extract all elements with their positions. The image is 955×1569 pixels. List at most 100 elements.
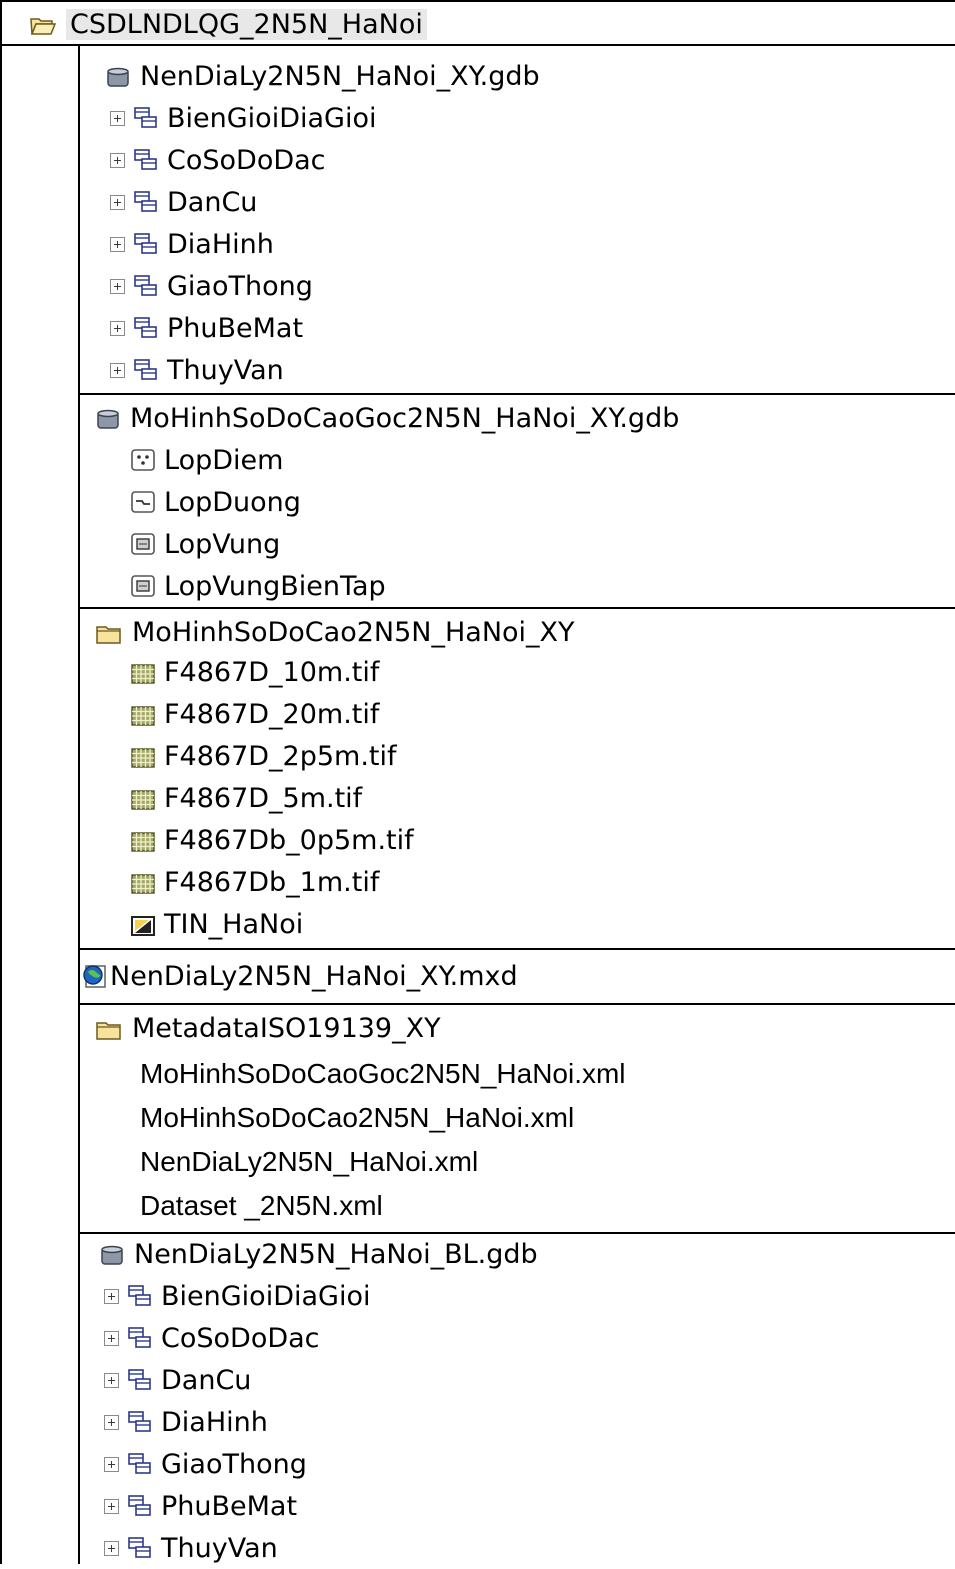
expand-icon[interactable] [110, 236, 125, 252]
line-feature-class-icon [130, 490, 156, 514]
feature-dataset-label: GiaoThong [167, 270, 313, 302]
expand-icon[interactable] [110, 110, 125, 126]
feature-dataset-icon [133, 316, 159, 340]
feature-dataset-row[interactable]: PhuBeMat [110, 307, 303, 349]
root-folder-row[interactable]: CSDLNDLQG_2N5N_HaNoi [30, 3, 427, 45]
raster-icon [130, 703, 156, 726]
feature-dataset-row[interactable]: CoSoDoDac [110, 139, 326, 181]
expand-icon[interactable] [110, 278, 125, 294]
root-folder-label: CSDLNDLQG_2N5N_HaNoi [66, 8, 427, 40]
raster-row[interactable]: F4867D_2p5m.tif [130, 735, 397, 777]
feature-dataset-row[interactable]: DiaHinh [104, 1401, 268, 1443]
tin-row[interactable]: TIN_HaNoi [130, 903, 303, 945]
folder-row[interactable]: MetadataISO19139_XY [96, 1007, 441, 1049]
raster-label: F4867D_5m.tif [164, 782, 363, 814]
feature-class-row[interactable]: LopVungBienTap [130, 565, 386, 607]
feature-dataset-row[interactable]: DanCu [104, 1359, 251, 1401]
raster-label: F4867D_2p5m.tif [164, 740, 397, 772]
geodatabase-icon [96, 407, 120, 429]
expand-icon[interactable] [104, 1330, 119, 1346]
raster-row[interactable]: F4867D_20m.tif [130, 693, 379, 735]
feature-dataset-icon [127, 1452, 153, 1476]
expand-icon[interactable] [104, 1372, 119, 1388]
feature-dataset-row[interactable]: GiaoThong [104, 1443, 307, 1485]
feature-dataset-label: BienGioiDiaGioi [161, 1280, 371, 1312]
feature-dataset-label: ThuyVan [167, 354, 284, 386]
feature-dataset-label: DanCu [167, 186, 258, 218]
xml-file-row[interactable]: MoHinhSoDoCao2N5N_HaNoi.xml [140, 1097, 574, 1139]
raster-row[interactable]: F4867D_10m.tif [130, 651, 379, 693]
tin-icon [130, 913, 156, 936]
raster-icon [130, 787, 156, 810]
feature-dataset-row[interactable]: BienGioiDiaGioi [104, 1275, 370, 1317]
feature-dataset-icon [127, 1536, 153, 1560]
feature-class-row[interactable]: LopDiem [130, 439, 283, 481]
polygon-feature-class-icon [130, 574, 156, 598]
feature-dataset-icon [127, 1326, 153, 1350]
xml-file-label: MoHinhSoDoCao2N5N_HaNoi.xml [140, 1102, 575, 1133]
feature-class-row[interactable]: LopDuong [130, 481, 301, 523]
feature-dataset-label: GiaoThong [161, 1448, 307, 1480]
column-divider [78, 44, 80, 1564]
row-divider [78, 948, 955, 950]
raster-icon [130, 661, 156, 684]
expand-icon[interactable] [104, 1498, 119, 1514]
raster-row[interactable]: F4867Db_1m.tif [130, 861, 379, 903]
folder-icon [96, 621, 122, 644]
raster-row[interactable]: F4867D_5m.tif [130, 777, 362, 819]
folder-icon [96, 1017, 122, 1040]
xml-file-row[interactable]: NenDiaLy2N5N_HaNoi.xml [140, 1141, 478, 1183]
feature-dataset-row[interactable]: DanCu [110, 181, 257, 223]
feature-dataset-label: DiaHinh [167, 228, 274, 260]
folder-row[interactable]: MoHinhSoDoCao2N5N_HaNoi_XY [96, 611, 575, 653]
feature-dataset-icon [127, 1284, 153, 1308]
expand-icon[interactable] [110, 320, 125, 336]
geodatabase-icon [106, 65, 130, 87]
feature-dataset-icon [127, 1494, 153, 1518]
raster-row[interactable]: F4867Db_0p5m.tif [130, 819, 414, 861]
feature-dataset-row[interactable]: PhuBeMat [104, 1485, 297, 1527]
feature-dataset-icon [127, 1410, 153, 1434]
feature-dataset-label: CoSoDoDac [167, 144, 326, 176]
expand-icon[interactable] [110, 152, 125, 168]
geodatabase-row[interactable]: NenDiaLy2N5N_HaNoi_XY.gdb [106, 55, 540, 97]
feature-dataset-label: DiaHinh [161, 1406, 268, 1438]
feature-dataset-row[interactable]: ThuyVan [110, 349, 284, 391]
expand-icon[interactable] [110, 362, 125, 378]
feature-class-label: LopVung [164, 528, 281, 560]
table-border-left [0, 0, 2, 1564]
raster-icon [130, 829, 156, 852]
expand-icon[interactable] [104, 1288, 119, 1304]
feature-dataset-row[interactable]: ThuyVan [104, 1527, 278, 1569]
feature-class-row[interactable]: LopVung [130, 523, 280, 565]
feature-dataset-row[interactable]: BienGioiDiaGioi [110, 97, 376, 139]
row-divider [78, 393, 955, 395]
geodatabase-label: MoHinhSoDoCaoGoc2N5N_HaNoi_XY.gdb [130, 402, 680, 434]
geodatabase-row[interactable]: MoHinhSoDoCaoGoc2N5N_HaNoi_XY.gdb [96, 397, 679, 439]
feature-dataset-label: ThuyVan [161, 1532, 278, 1564]
xml-file-row[interactable]: Dataset _2N5N.xml [140, 1185, 383, 1227]
feature-dataset-row[interactable]: DiaHinh [110, 223, 274, 265]
expand-icon[interactable] [110, 194, 125, 210]
feature-dataset-label: CoSoDoDac [161, 1322, 320, 1354]
feature-dataset-row[interactable]: GiaoThong [110, 265, 313, 307]
folder-label: MetadataISO19139_XY [132, 1012, 441, 1044]
feature-dataset-icon [133, 106, 159, 130]
expand-icon[interactable] [104, 1456, 119, 1472]
geodatabase-label: NenDiaLy2N5N_HaNoi_XY.gdb [140, 60, 540, 92]
raster-label: F4867D_20m.tif [164, 698, 380, 730]
expand-icon[interactable] [104, 1540, 119, 1556]
xml-file-row[interactable]: MoHinhSoDoCaoGoc2N5N_HaNoi.xml [140, 1053, 626, 1095]
raster-label: F4867Db_1m.tif [164, 866, 380, 898]
row-divider [78, 607, 955, 609]
feature-class-label: LopDuong [164, 486, 301, 518]
feature-dataset-row[interactable]: CoSoDoDac [104, 1317, 320, 1359]
tin-label: TIN_HaNoi [164, 908, 304, 940]
map-document-row[interactable]: NenDiaLy2N5N_HaNoi_XY.mxd [82, 955, 518, 997]
geodatabase-row[interactable]: NenDiaLy2N5N_HaNoi_BL.gdb [100, 1233, 538, 1275]
feature-dataset-label: PhuBeMat [161, 1490, 298, 1522]
table-border-top [0, 0, 955, 2]
expand-icon[interactable] [104, 1414, 119, 1430]
feature-dataset-label: DanCu [161, 1364, 252, 1396]
row-divider [78, 1003, 955, 1005]
